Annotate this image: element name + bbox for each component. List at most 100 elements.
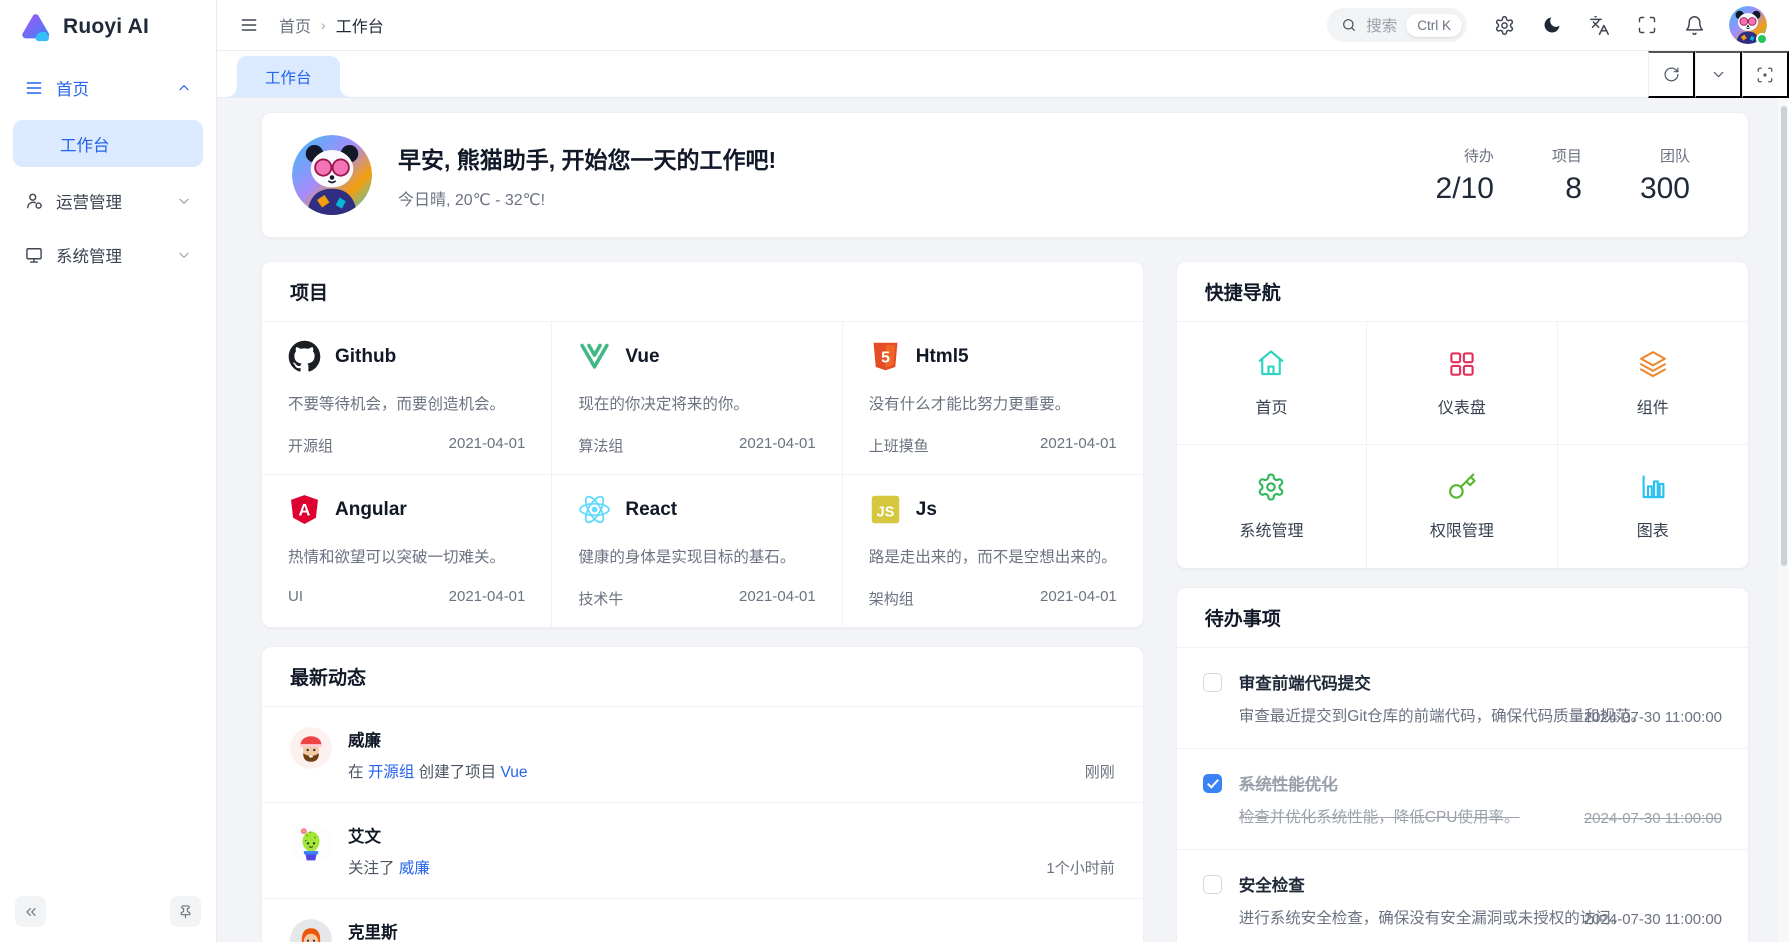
settings-button[interactable]: [1494, 15, 1515, 36]
project-name: Vue: [625, 346, 659, 368]
refresh-tab-button[interactable]: [1648, 51, 1695, 98]
dark-mode-button[interactable]: [1542, 15, 1562, 35]
todo-date: 2024-07-30 11:00:00: [1572, 810, 1722, 827]
gear-icon: [1256, 472, 1286, 502]
breadcrumb-separator: ›: [321, 17, 326, 33]
project-group: 技术牛: [578, 588, 623, 609]
sidebar-footer: [0, 885, 216, 942]
todo-item: 系统性能优化 检查并优化系统性能，降低CPU使用率。 2024-07-30 11…: [1177, 749, 1748, 850]
tab-label: 工作台: [265, 66, 312, 88]
stat-label: 团队: [1640, 145, 1690, 166]
quick-nav-system[interactable]: 系统管理: [1177, 445, 1367, 568]
project-card-react[interactable]: React 健康的身体是实现目标的基石。 技术牛 2021-04-01: [552, 475, 842, 627]
toggle-sidebar-button[interactable]: [239, 15, 259, 35]
sidebar-subitem-label: 工作台: [60, 132, 110, 156]
chevron-down-icon: [1710, 66, 1727, 83]
tab-workbench[interactable]: 工作台: [237, 56, 340, 97]
language-button[interactable]: [1589, 15, 1610, 36]
vertical-scrollbar[interactable]: [1778, 98, 1789, 942]
app-logo[interactable]: Ruoyi AI: [0, 0, 216, 54]
svg-text:A: A: [299, 502, 311, 520]
activities-card: 最新动态 威廉 在 开源组 创建了项目 Vue 刚刚 艾文 关注: [261, 646, 1144, 942]
todo-checkbox[interactable]: [1203, 673, 1222, 692]
quick-nav-label: 组件: [1637, 394, 1669, 418]
sidebar-item-workbench[interactable]: 工作台: [13, 120, 203, 167]
todo-item: 审查前端代码提交 审查最近提交到Git仓库的前端代码，确保代码质量和规范。 20…: [1177, 648, 1748, 749]
chevrons-left-icon: [23, 904, 39, 920]
project-card-github[interactable]: Github 不要等待机会，而要创造机会。 开源组 2021-04-01: [262, 322, 552, 475]
sidebar-item-system[interactable]: 系统管理: [13, 233, 203, 277]
project-date: 2021-04-01: [1040, 435, 1117, 456]
todo-desc: 进行系统安全检查，确保没有安全漏洞或未授权的访问。: [1239, 906, 1572, 928]
user-avatar[interactable]: [1729, 6, 1767, 44]
breadcrumb-home[interactable]: 首页: [279, 13, 311, 37]
dashboard-icon: [1447, 349, 1477, 379]
sidebar: Ruoyi AI 首页 工作台 运营管理 系统管理: [0, 0, 217, 942]
chris-avatar: [290, 919, 332, 942]
chevron-down-icon: [176, 193, 192, 209]
sidebar-item-label: 首页: [56, 76, 89, 100]
logo-icon: [18, 10, 52, 44]
sidebar-item-label: 系统管理: [56, 243, 122, 267]
stat-value: 8: [1552, 172, 1582, 206]
activity-text-part: 关注了: [348, 860, 399, 877]
todo-checkbox[interactable]: [1203, 875, 1222, 894]
scrollbar-thumb[interactable]: [1781, 106, 1787, 566]
tab-bar: 工作台: [217, 51, 1789, 98]
project-date: 2021-04-01: [1040, 588, 1117, 609]
activity-time: 刚刚: [1085, 761, 1115, 782]
project-card-angular[interactable]: A Angular 热情和欲望可以突破一切难关。 UI 2021-04-01: [262, 475, 552, 627]
project-name: Js: [916, 499, 937, 521]
fullscreen-icon: [1637, 15, 1657, 35]
pin-sidebar-button[interactable]: [170, 896, 201, 927]
pin-icon: [178, 904, 193, 919]
online-status-dot: [1756, 33, 1768, 45]
todo-title: 系统性能优化: [1239, 771, 1520, 795]
activity-link[interactable]: Vue: [500, 764, 527, 781]
search-shortcut-badge: Ctrl K: [1406, 14, 1462, 37]
activity-link[interactable]: 威廉: [399, 860, 430, 877]
projects-card: 项目 Github 不要等待机会，而要创造机会。 开源组 2021-04-01: [261, 261, 1144, 628]
notifications-button[interactable]: [1684, 15, 1705, 36]
project-name: Html5: [916, 346, 969, 368]
breadcrumb: 首页 › 工作台: [279, 13, 384, 37]
quick-nav-dashboard[interactable]: 仪表盘: [1367, 322, 1557, 445]
tab-options-button[interactable]: [1695, 51, 1742, 98]
activity-link[interactable]: 开源组: [368, 764, 415, 781]
activity-row: 艾文 关注了 威廉 1个小时前: [262, 803, 1143, 899]
quick-nav-components[interactable]: 组件: [1558, 322, 1748, 445]
top-header: 首页 › 工作台 搜索 Ctrl K: [217, 0, 1789, 51]
quick-nav-label: 首页: [1255, 394, 1287, 418]
project-card-html5[interactable]: 5 Html5 没有什么才能比努力更重要。 上班摸鱼 2021-04-01: [843, 322, 1143, 475]
fullscreen-button[interactable]: [1637, 15, 1657, 35]
collapse-sidebar-button[interactable]: [15, 896, 46, 927]
quick-nav-home[interactable]: 首页: [1177, 322, 1367, 445]
global-search[interactable]: 搜索 Ctrl K: [1327, 8, 1467, 42]
stat-todo: 待办 2/10: [1436, 145, 1494, 206]
quick-nav-permissions[interactable]: 权限管理: [1367, 445, 1557, 568]
activity-user: 威廉: [348, 727, 527, 751]
chevron-up-icon: [176, 80, 192, 96]
search-icon: [1341, 17, 1357, 33]
project-group: 架构组: [869, 588, 914, 609]
todo-checkbox-checked[interactable]: [1203, 774, 1222, 793]
william-avatar: [290, 727, 332, 769]
html5-icon: 5: [869, 340, 902, 373]
project-date: 2021-04-01: [739, 588, 816, 609]
vue-icon: [578, 340, 611, 373]
todo-date: 2024-07-30 11:00:00: [1572, 911, 1722, 928]
project-card-vue[interactable]: Vue 现在的你决定将来的你。 算法组 2021-04-01: [552, 322, 842, 475]
quick-nav-charts[interactable]: 图表: [1558, 445, 1748, 568]
angular-icon: A: [288, 493, 321, 526]
project-desc: 现在的你决定将来的你。: [578, 392, 815, 414]
sidebar-nav: 首页 工作台 运营管理 系统管理: [0, 54, 216, 885]
project-desc: 没有什么才能比努力更重要。: [869, 392, 1117, 414]
project-card-js[interactable]: JS Js 路是走出来的，而不是空想出来的。 架构组 2021-04-01: [843, 475, 1143, 627]
user-settings-icon: [24, 191, 44, 211]
sidebar-item-operations[interactable]: 运营管理: [13, 179, 203, 223]
todo-title: 安全检查: [1239, 872, 1572, 896]
content-fullscreen-button[interactable]: [1742, 51, 1789, 98]
sidebar-item-home[interactable]: 首页: [13, 66, 203, 110]
activity-row: 克里斯 发布了 个人动态 1天前: [262, 899, 1143, 942]
svg-text:JS: JS: [876, 504, 894, 520]
